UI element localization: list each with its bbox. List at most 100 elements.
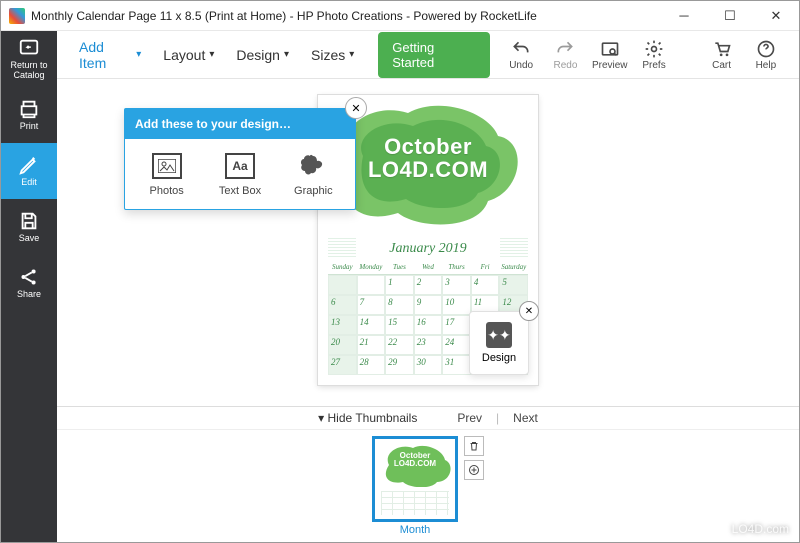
toolbar: Add Item ▾ Layout ▾ Design ▾ Sizes ▾ Get… (57, 31, 799, 79)
window-title: Monthly Calendar Page 11 x 8.5 (Print at… (31, 9, 661, 23)
minimize-button[interactable]: ─ (661, 1, 707, 31)
calendar-cell: 29 (385, 355, 414, 375)
calendar-cell: 28 (357, 355, 386, 375)
sidebar-item-share[interactable]: Share (1, 255, 57, 311)
add-page-button[interactable] (464, 460, 484, 480)
calendar-cell: 27 (328, 355, 357, 375)
menu-label: Add Item (79, 39, 132, 71)
app-icon (9, 8, 25, 24)
textbox-icon: Aa (225, 153, 255, 179)
popover-item-label: Text Box (219, 185, 261, 197)
calendar-cell (357, 275, 386, 295)
sidebar: Return to Catalog Print Edit Save Share (1, 31, 57, 542)
close-icon[interactable]: ✕ (345, 97, 367, 119)
calendar-cell: 8 (385, 295, 414, 315)
calendar-cell: 24 (442, 335, 471, 355)
sizes-menu[interactable]: Sizes ▾ (303, 41, 362, 69)
calendar-day-header: Saturday (499, 263, 528, 275)
delete-page-button[interactable] (464, 436, 484, 456)
help-button[interactable]: Help (747, 39, 785, 71)
print-icon (18, 98, 40, 120)
photos-icon (152, 153, 182, 179)
thumbnail-item[interactable]: October LO4D.COM Month (372, 436, 458, 536)
button-label: Cart (712, 60, 731, 71)
calendar-cell: 4 (471, 275, 500, 295)
sidebar-item-print[interactable]: Print (1, 87, 57, 143)
prefs-button[interactable]: Prefs (635, 39, 673, 71)
preview-button[interactable]: Preview (591, 39, 629, 71)
gear-icon (644, 39, 664, 59)
chevron-down-icon: ▾ (349, 49, 354, 60)
calendar-cell: 7 (357, 295, 386, 315)
calendar-day-header: Wed (414, 263, 443, 275)
calendar-cell: 5 (499, 275, 528, 295)
redo-icon (555, 39, 575, 59)
save-icon (18, 210, 40, 232)
edit-icon (18, 154, 40, 176)
close-button[interactable]: ✕ (753, 1, 799, 31)
thumbnail-label: Month (372, 524, 458, 536)
calendar-month-title: January 2019 (318, 241, 538, 257)
calendar-cell: 2 (414, 275, 443, 295)
share-icon (18, 266, 40, 288)
prev-thumbnail-button[interactable]: Prev (457, 411, 482, 425)
menu-label: Sizes (311, 47, 345, 63)
button-label: Prefs (642, 60, 665, 71)
plus-icon (468, 464, 480, 476)
calendar-cell: 16 (414, 315, 443, 335)
sidebar-item-label: Share (17, 290, 41, 300)
calendar-cell: 31 (442, 355, 471, 375)
design-tool-label: Design (482, 352, 516, 364)
calendar-day-header: Monday (357, 263, 386, 275)
calendar-cell: 20 (328, 335, 357, 355)
button-label: Redo (553, 60, 577, 71)
button-label: Getting Started (392, 40, 434, 70)
calendar-cell: 21 (357, 335, 386, 355)
button-label: Help (756, 60, 777, 71)
add-item-menu[interactable]: Add Item ▾ (71, 33, 149, 77)
graphic-icon (298, 153, 328, 179)
button-label: Preview (592, 60, 628, 71)
hide-thumbnails-button[interactable]: ▾ Hide Thumbnails (318, 411, 417, 425)
thumbnail-preview[interactable]: October LO4D.COM (372, 436, 458, 522)
undo-icon (511, 39, 531, 59)
sidebar-item-edit[interactable]: Edit (1, 143, 57, 199)
return-icon (18, 37, 40, 59)
calendar-cell: 9 (414, 295, 443, 315)
hide-thumb-label: Hide Thumbnails (328, 411, 418, 425)
calendar-cell: 14 (357, 315, 386, 335)
redo-button[interactable]: Redo (546, 39, 584, 71)
cart-icon (712, 39, 732, 59)
design-menu[interactable]: Design ▾ (228, 41, 297, 69)
add-photos-button[interactable]: Photos (134, 153, 200, 197)
add-graphic-button[interactable]: Graphic (280, 153, 346, 197)
trash-icon (468, 440, 480, 452)
getting-started-button[interactable]: Getting Started (378, 32, 490, 78)
add-textbox-button[interactable]: Aa Text Box (207, 153, 273, 197)
calendar-cell: 13 (328, 315, 357, 335)
calendar-cell: 3 (442, 275, 471, 295)
sidebar-item-label: Return to Catalog (1, 61, 57, 81)
calendar-cell (328, 275, 357, 295)
cart-button[interactable]: Cart (702, 39, 740, 71)
chevron-down-icon: ▾ (209, 49, 214, 60)
preview-icon (600, 39, 620, 59)
popover-title: Add these to your design… (125, 109, 355, 139)
next-thumbnail-button[interactable]: Next (513, 411, 538, 425)
help-icon (756, 39, 776, 59)
thumb-line2: LO4D.COM (375, 460, 455, 468)
button-label: Undo (509, 60, 533, 71)
add-item-popover: ✕ Add these to your design… Photos Aa Te… (124, 108, 356, 210)
close-icon[interactable]: ✕ (519, 301, 539, 321)
thumbnails-panel: ▾ Hide Thumbnails Prev | Next October LO… (57, 406, 799, 542)
layout-menu[interactable]: Layout ▾ (155, 41, 222, 69)
design-tool-popup[interactable]: ✕ ✦✦ Design (469, 311, 529, 375)
calendar-cell: 1 (385, 275, 414, 295)
titlebar: Monthly Calendar Page 11 x 8.5 (Print at… (1, 1, 799, 31)
sidebar-item-save[interactable]: Save (1, 199, 57, 255)
sidebar-item-label: Print (20, 122, 39, 132)
undo-button[interactable]: Undo (502, 39, 540, 71)
sidebar-item-return-to-catalog[interactable]: Return to Catalog (1, 31, 57, 87)
maximize-button[interactable]: ☐ (707, 1, 753, 31)
menu-label: Layout (163, 47, 205, 63)
